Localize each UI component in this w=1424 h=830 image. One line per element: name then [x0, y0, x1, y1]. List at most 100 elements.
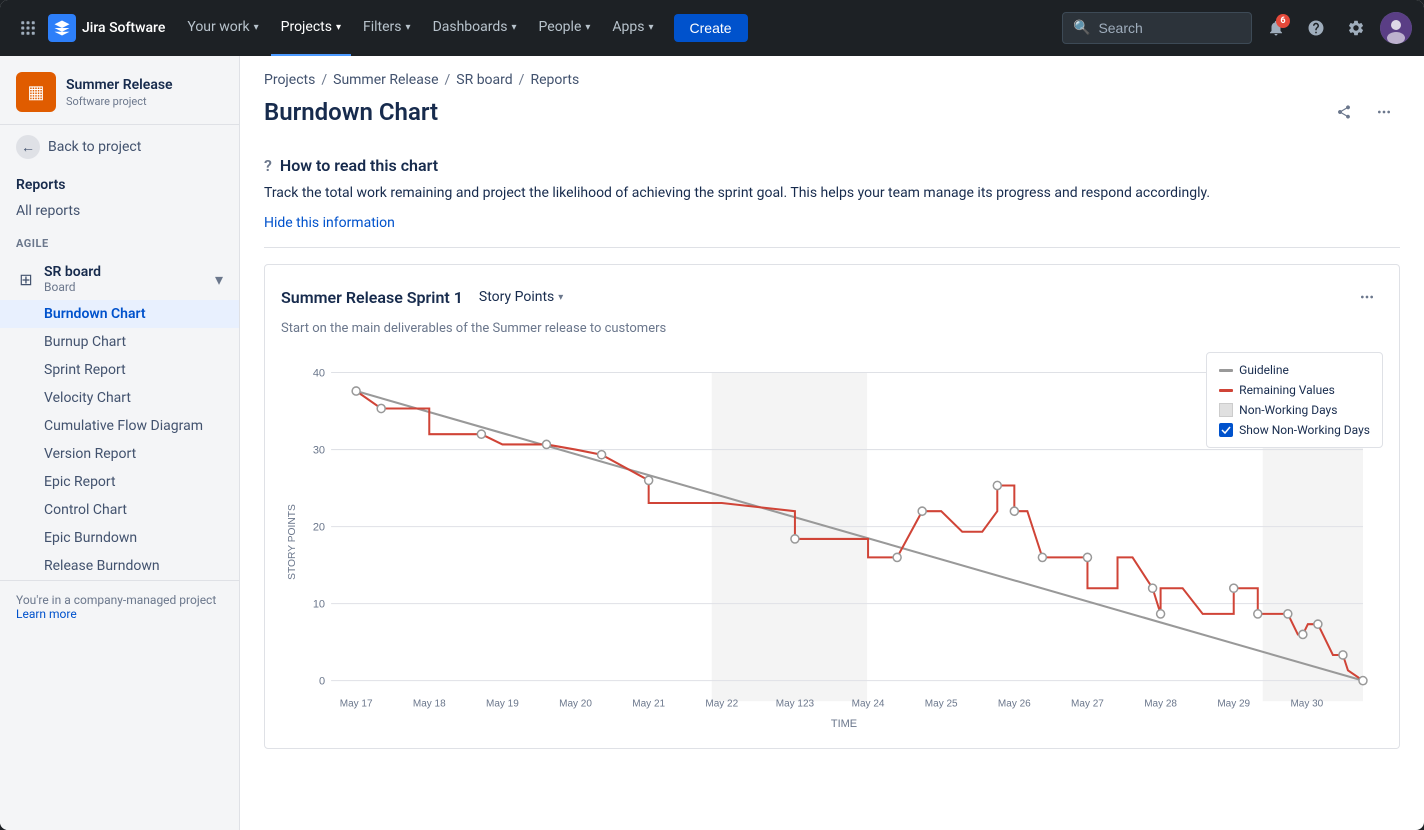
notification-badge: 6: [1276, 14, 1290, 28]
grid-icon[interactable]: [12, 12, 44, 44]
share-button[interactable]: [1328, 96, 1360, 128]
svg-text:May 19: May 19: [486, 698, 519, 709]
svg-text:May 123: May 123: [776, 698, 815, 709]
chevron-down-icon: ▾: [649, 22, 654, 33]
nav-apps[interactable]: Apps ▾: [602, 0, 663, 56]
board-type: Board: [44, 280, 101, 294]
svg-text:May 24: May 24: [852, 698, 885, 709]
sr-board-item[interactable]: ⊞ SR board Board ▾: [0, 258, 239, 300]
board-icon: ⊞: [16, 269, 36, 289]
svg-text:May 17: May 17: [340, 698, 373, 709]
learn-more-link[interactable]: Learn more: [16, 607, 77, 621]
breadcrumb-sr-board[interactable]: SR board: [456, 72, 512, 88]
chevron-down-icon: ▾: [585, 22, 590, 33]
legend-guideline: Guideline: [1219, 363, 1370, 377]
nav-people[interactable]: People ▾: [529, 0, 601, 56]
chevron-down-icon: ▾: [406, 22, 411, 33]
back-to-project-button[interactable]: ← Back to project: [0, 125, 239, 169]
svg-text:May 28: May 28: [1144, 698, 1177, 709]
chart-more-button[interactable]: [1351, 281, 1383, 313]
project-icon: ▦: [16, 72, 56, 112]
chevron-down-icon: ▾: [512, 22, 517, 33]
content-area: Projects / Summer Release / SR board / R…: [240, 56, 1424, 830]
sprint-name: Summer Release Sprint 1: [281, 288, 463, 307]
svg-text:May 21: May 21: [632, 698, 665, 709]
topnav: Jira Software Your work ▾ Projects ▾ Fil…: [0, 0, 1424, 56]
reports-section-label: Reports: [0, 169, 239, 197]
logo-text: Jira Software: [82, 20, 165, 36]
svg-text:May 26: May 26: [998, 698, 1031, 709]
legend-remaining: Remaining Values: [1219, 383, 1370, 397]
legend-non-working: Non-Working Days: [1219, 403, 1370, 417]
project-info: Summer Release Software project: [66, 76, 223, 107]
search-input[interactable]: [1098, 20, 1241, 36]
search-box[interactable]: 🔍: [1062, 12, 1252, 44]
chart-subtitle: Start on the main deliverables of the Su…: [281, 321, 1383, 336]
info-icon: ?: [264, 156, 272, 175]
svg-text:STORY POINTS: STORY POINTS: [287, 504, 298, 580]
sidebar-item-cumulative-flow[interactable]: Cumulative Flow Diagram: [0, 412, 239, 440]
breadcrumb-summer-release[interactable]: Summer Release: [333, 72, 438, 88]
topnav-right: 🔍 6: [1062, 12, 1412, 44]
nav-projects[interactable]: Projects ▾: [271, 0, 351, 56]
svg-text:May 25: May 25: [925, 698, 958, 709]
svg-text:40: 40: [313, 368, 325, 380]
sidebar-item-burndown-chart[interactable]: Burndown Chart: [0, 300, 239, 328]
nav-filters[interactable]: Filters ▾: [353, 0, 421, 56]
sidebar-item-all-reports[interactable]: All reports: [0, 197, 239, 225]
chart-container: Summer Release Sprint 1 Story Points ▾ S…: [264, 264, 1400, 749]
svg-text:May 27: May 27: [1071, 698, 1104, 709]
sidebar-agile-section: AGILE: [0, 225, 239, 258]
show-non-working-checkbox[interactable]: [1219, 423, 1233, 437]
legend-show-non-working: Show Non-Working Days: [1219, 423, 1370, 437]
board-name: SR board: [44, 264, 101, 280]
project-name: Summer Release: [66, 76, 223, 94]
svg-text:May 29: May 29: [1217, 698, 1250, 709]
settings-button[interactable]: [1340, 12, 1372, 44]
info-box: ? How to read this chart Track the total…: [264, 144, 1400, 248]
metric-dropdown[interactable]: Story Points ▾: [479, 289, 563, 305]
sidebar-footer: You're in a company-managed project Lear…: [0, 580, 239, 633]
guideline-color: [1219, 369, 1233, 372]
sidebar-item-release-burndown[interactable]: Release Burndown: [0, 552, 239, 580]
more-options-button[interactable]: [1368, 96, 1400, 128]
logo[interactable]: Jira Software: [48, 14, 165, 42]
avatar[interactable]: [1380, 12, 1412, 44]
sidebar-item-epic-report[interactable]: Epic Report: [0, 468, 239, 496]
hide-info-link[interactable]: Hide this information: [264, 215, 395, 231]
create-button[interactable]: Create: [674, 14, 748, 42]
page-actions: [1328, 96, 1400, 128]
sidebar-item-burnup-chart[interactable]: Burnup Chart: [0, 328, 239, 356]
back-arrow-icon: ←: [16, 135, 40, 159]
remaining-color: [1219, 389, 1233, 392]
sidebar: ▦ Summer Release Software project ← Back…: [0, 56, 240, 830]
info-text: Track the total work remaining and proje…: [264, 183, 1400, 204]
svg-text:0: 0: [319, 676, 325, 688]
svg-text:May 18: May 18: [413, 698, 446, 709]
nav-your-work[interactable]: Your work ▾: [177, 0, 268, 56]
sidebar-item-sprint-report[interactable]: Sprint Report: [0, 356, 239, 384]
search-icon: 🔍: [1073, 20, 1090, 36]
info-title: ? How to read this chart: [264, 156, 1400, 175]
main-layout: ▦ Summer Release Software project ← Back…: [0, 56, 1424, 830]
chevron-down-icon: ▾: [558, 292, 563, 303]
main-nav: Your work ▾ Projects ▾ Filters ▾ Dashboa…: [177, 0, 1058, 56]
logo-icon: [48, 14, 76, 42]
svg-text:20: 20: [313, 522, 325, 534]
notifications-button[interactable]: 6: [1260, 12, 1292, 44]
sidebar-item-control-chart[interactable]: Control Chart: [0, 496, 239, 524]
svg-text:10: 10: [313, 599, 325, 611]
breadcrumb-projects[interactable]: Projects: [264, 72, 315, 88]
chart-header: Summer Release Sprint 1 Story Points ▾: [281, 281, 1383, 313]
project-header: ▦ Summer Release Software project: [0, 56, 239, 125]
chart-area: STORY POINTS: [281, 352, 1383, 732]
svg-text:30: 30: [313, 445, 325, 457]
nav-dashboards[interactable]: Dashboards ▾: [423, 0, 527, 56]
svg-text:TIME: TIME: [831, 718, 857, 730]
sidebar-item-velocity-chart[interactable]: Velocity Chart: [0, 384, 239, 412]
breadcrumb-reports: Reports: [530, 72, 579, 88]
help-button[interactable]: [1300, 12, 1332, 44]
sidebar-item-epic-burndown[interactable]: Epic Burndown: [0, 524, 239, 552]
svg-text:May 20: May 20: [559, 698, 592, 709]
sidebar-item-version-report[interactable]: Version Report: [0, 440, 239, 468]
